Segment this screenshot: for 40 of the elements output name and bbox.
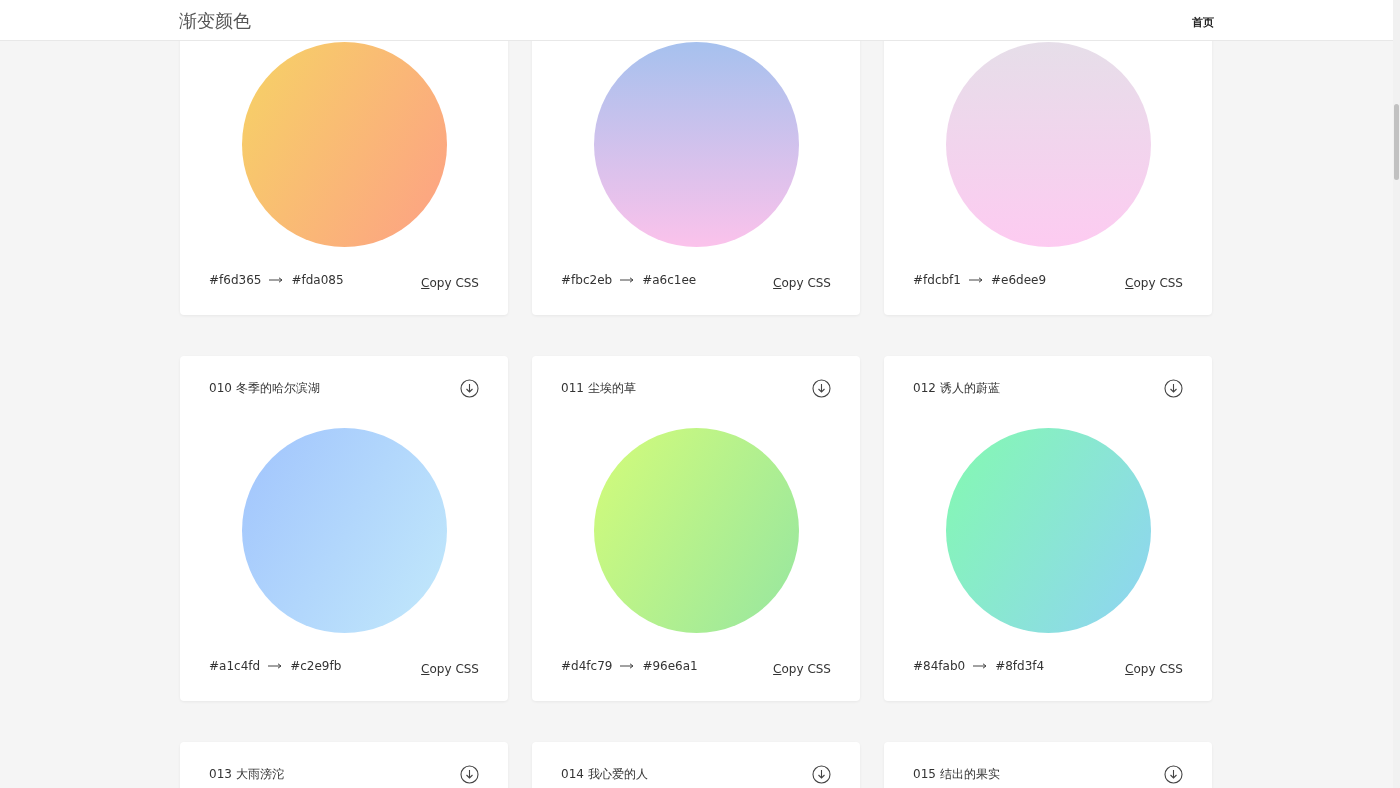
gradient-name: 011 尘埃的草 <box>561 379 636 397</box>
color-code: #a1c4fd <box>209 659 261 673</box>
gradient-name: 015 结出的果实 <box>913 765 1000 783</box>
arrow-icon <box>969 277 983 283</box>
color-code: #96e6a1 <box>642 659 698 673</box>
color-code: #fda085 <box>291 273 344 287</box>
color-code: #8fd3f4 <box>995 659 1045 673</box>
arrow-icon <box>268 663 283 669</box>
color-code: #fbc2eb <box>561 273 613 287</box>
color-code: #84fab0 <box>913 659 966 673</box>
color-code: #d4fc79 <box>561 659 613 673</box>
color-code: #fdcbf1 <box>913 273 961 287</box>
copy-css-button[interactable]: Copy CSS <box>1125 662 1183 676</box>
copy-css-button[interactable]: Copy CSS <box>773 662 831 676</box>
color-code: #e6dee9 <box>991 273 1047 287</box>
arrow-icon <box>620 663 635 669</box>
copy-css-button[interactable]: Copy CSS <box>1125 276 1183 290</box>
download-icon[interactable] <box>460 764 479 784</box>
site-title: 渐变颜色 <box>179 9 251 33</box>
arrow-icon <box>269 277 284 283</box>
download-icon[interactable] <box>812 378 831 398</box>
nav-link[interactable]: 首页 <box>1192 15 1214 29</box>
color-code: #a6c1ee <box>642 273 697 287</box>
copy-css-button[interactable]: Copy CSS <box>773 276 831 290</box>
gradient-name: 010 冬季的哈尔滨湖 <box>209 379 320 397</box>
gradient-name: 014 我心爱的人 <box>561 765 648 783</box>
copy-css-button[interactable]: Copy CSS <box>421 276 479 290</box>
scrollbar-thumb[interactable] <box>1394 104 1399 180</box>
copy-css-button[interactable]: Copy CSS <box>421 662 479 676</box>
gradient-name: 013 大雨滂沱 <box>209 765 284 783</box>
download-icon[interactable] <box>1164 764 1183 784</box>
color-code: #f6d365 <box>209 273 262 287</box>
arrow-icon <box>620 277 635 283</box>
download-icon[interactable] <box>460 378 479 398</box>
color-code: #c2e9fb <box>290 659 342 673</box>
download-icon[interactable] <box>1164 378 1183 398</box>
scrollbar[interactable] <box>1393 0 1400 788</box>
download-icon[interactable] <box>812 764 831 784</box>
gradient-name: 012 诱人的蔚蓝 <box>913 379 1000 397</box>
arrow-icon <box>973 663 988 669</box>
